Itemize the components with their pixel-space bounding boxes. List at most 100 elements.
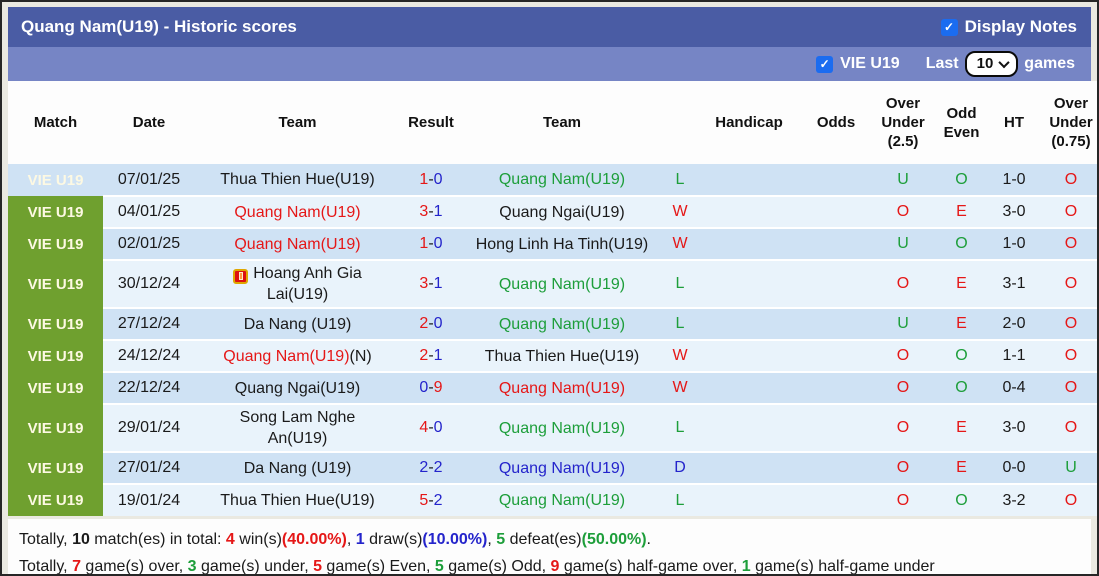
cell-over-under-25: U [872,164,934,196]
summary-segment: (10.00%) [422,531,487,548]
cell-result: 0-9 [400,372,462,404]
table-row: VIE U1927/12/24Da Nang (U19)2-0Quang Nam… [8,308,1099,340]
odd-even-letter: O [955,171,967,188]
summary-segment: 10 [72,531,90,548]
title-bar: Quang Nam(U19) - Historic scores Display… [8,7,1091,47]
ou075-letter: U [1065,459,1077,476]
col-header-team-away: Team [462,81,662,164]
cell-handicap [698,260,800,308]
wdl-letter: L [676,419,685,436]
cell-match: VIE U19 [8,404,103,452]
table-row: VIE U1927/01/24Da Nang (U19)2-2Quang Nam… [8,452,1099,484]
cell-date: 02/01/25 [103,228,195,260]
summary-segment: defeat(es) [505,531,581,548]
team-name: Quang Nam(U19) [234,236,360,253]
last-games-group: Last 10 games [926,51,1075,77]
team-name: Quang Ngai(U19) [235,380,360,397]
summary-segment: 1 [356,531,365,548]
cell-over-under-075: O [1039,164,1099,196]
table-row: VIE U1904/01/25Quang Nam(U19)3-1Quang Ng… [8,196,1099,228]
cell-over-under-075: O [1039,404,1099,452]
cell-over-under-25: O [872,404,934,452]
cell-team-away: Quang Ngai(U19) [462,196,662,228]
cell-over-under-25: O [872,340,934,372]
ou075-letter: O [1065,347,1077,364]
league-badge: VIE U19 [28,276,84,293]
col-header-odd-even: Odd Even [934,81,989,164]
league-badge: VIE U19 [28,460,84,477]
cell-date: 27/01/24 [103,452,195,484]
score-away: 2 [434,492,443,509]
cell-odds [800,164,872,196]
summary-segment: 4 [226,531,235,548]
cell-odd-even: E [934,260,989,308]
team-name: Quang Nam(U19) [499,380,625,397]
cell-ht: 0-4 [989,372,1039,404]
cell-odds [800,372,872,404]
summary-segment: , [487,531,496,548]
col-header-wdl [662,81,698,164]
ou25-letter: O [897,459,909,476]
cell-wdl: W [662,228,698,260]
cell-handicap [698,452,800,484]
cell-over-under-25: O [872,196,934,228]
last-games-value: 10 [977,55,994,72]
cell-date: 04/01/25 [103,196,195,228]
cell-match: VIE U19 [8,228,103,260]
cell-odd-even: O [934,228,989,260]
ou25-letter: U [897,315,909,332]
cell-ht: 3-1 [989,260,1039,308]
team-name: Quang Nam(U19) [499,492,625,509]
summary-segment: 5 [496,531,505,548]
odd-even-letter: E [956,275,967,292]
score-away: 1 [434,347,443,364]
cell-match: VIE U19 [8,260,103,308]
wdl-letter: W [672,235,687,252]
cell-over-under-25: O [872,260,934,308]
summary-segment: game(s) under, [197,558,314,575]
last-label: Last [926,55,959,73]
score-home: 3 [419,275,428,292]
cell-odds [800,484,872,516]
cell-result: 1-0 [400,164,462,196]
cell-result: 3-1 [400,196,462,228]
ou075-letter: O [1065,235,1077,252]
wdl-letter: L [676,171,685,188]
display-notes-checkbox[interactable] [941,19,958,36]
score-home: 1 [419,235,428,252]
ou075-letter: O [1065,315,1077,332]
col-header-match: Match [8,81,103,164]
table-row: VIE U1907/01/25Thua Thien Hue(U19)1-0Qua… [8,164,1099,196]
cell-over-under-075: O [1039,260,1099,308]
score-away: 1 [434,203,443,220]
cell-match: VIE U19 [8,372,103,404]
cell-ht: 1-0 [989,164,1039,196]
league-label: VIE U19 [840,55,900,73]
cell-wdl: D [662,452,698,484]
table-row: VIE U1919/01/24Thua Thien Hue(U19)5-2Qua… [8,484,1099,516]
score-away: 0 [434,315,443,332]
games-label: games [1024,55,1075,73]
league-checkbox[interactable] [816,56,833,73]
team-name: Quang Nam(U19) [223,348,349,365]
summary-segment: 7 [72,558,81,575]
cell-handicap [698,404,800,452]
cell-result: 3-1 [400,260,462,308]
team-name: Da Nang (U19) [244,460,352,477]
ou075-letter: O [1065,275,1077,292]
cell-date: 19/01/24 [103,484,195,516]
cell-date: 24/12/24 [103,340,195,372]
summary-segment: (40.00%) [282,531,347,548]
last-games-select[interactable]: 10 [965,51,1019,77]
cell-odd-even: O [934,340,989,372]
cell-odd-even: O [934,164,989,196]
cell-handicap [698,340,800,372]
table-row: VIE U1929/01/24Song Lam Nghe An(U19)4-0Q… [8,404,1099,452]
score-home: 3 [419,203,428,220]
display-notes-label: Display Notes [965,17,1077,37]
cell-ht: 3-2 [989,484,1039,516]
odd-even-letter: O [955,235,967,252]
score-away: 0 [434,171,443,188]
display-notes-group: Display Notes [941,17,1077,37]
cell-ht: 0-0 [989,452,1039,484]
